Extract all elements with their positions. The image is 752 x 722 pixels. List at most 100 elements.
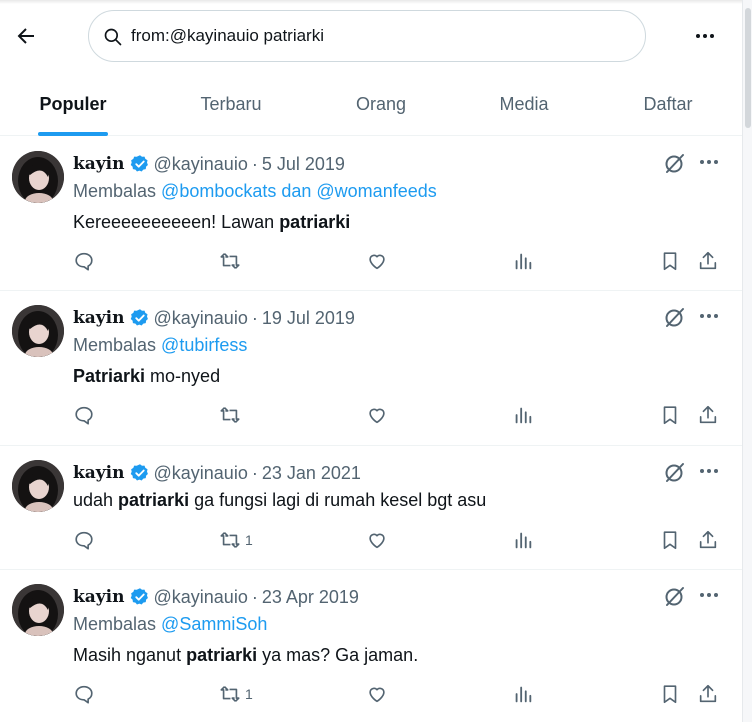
tweet-more-button[interactable] [697,461,721,481]
reply-button[interactable] [73,246,95,276]
tab-populer[interactable]: Populer [38,72,108,136]
bookmark-button[interactable] [659,246,681,276]
share-button[interactable] [697,679,719,709]
tweet-more-button[interactable] [697,152,721,172]
reply-button[interactable] [73,400,95,430]
tweet-more-button[interactable] [697,585,721,605]
views-button[interactable] [512,246,534,276]
share-button[interactable] [697,246,719,276]
tab-terbaru[interactable]: Terbaru [190,72,272,136]
avatar-image [12,151,64,203]
tab-daftar[interactable]: Daftar [632,72,704,136]
like-icon [369,408,385,424]
arrow-left-icon [17,28,34,44]
display-name[interactable]: kayin [73,154,125,174]
reply-icon [75,685,93,704]
avatar[interactable] [12,151,64,203]
bookmark-button[interactable] [659,400,681,430]
back-button[interactable] [10,20,42,52]
search-input[interactable] [131,23,631,49]
tweet[interactable]: kayin @kayinauio · 19 Jul 2019 Membalas … [0,291,742,446]
reply-button[interactable] [73,679,95,709]
tab-media[interactable]: Media [490,72,558,136]
user-handle[interactable]: @kayinauio [154,587,248,608]
tweet-actions [0,400,742,430]
like-button[interactable] [366,679,388,709]
avatar-image [12,305,64,357]
grok-button[interactable] [663,460,687,484]
more-horizontal-icon [696,34,714,38]
tweet-more-button[interactable] [697,306,721,326]
views-icon [515,253,532,270]
bookmark-icon [663,252,677,271]
tweet-header: kayin @kayinauio · 23 Jan 2021 [73,462,361,484]
grok-icon [665,154,684,173]
retweet-button[interactable]: 1 [219,679,253,709]
bookmark-icon [663,406,677,425]
reply-icon [75,406,93,425]
tweet-text: udah patriarki ga fungsi lagi di rumah k… [73,490,486,511]
reply-prefix: Membalas [73,335,157,355]
search-box[interactable] [88,10,646,62]
display-name[interactable]: kayin [73,587,125,607]
avatar[interactable] [12,460,64,512]
grok-icon [665,308,684,327]
tweet[interactable]: kayin @kayinauio · 23 Apr 2019 Membalas … [0,570,742,722]
text-before: Masih nganut [73,645,187,665]
retweet-button[interactable] [219,246,245,276]
share-button[interactable] [697,400,719,430]
user-handle[interactable]: @kayinauio [154,154,248,175]
views-button[interactable] [512,679,534,709]
reply-context: Membalas @bombockats dan @womanfeeds [73,181,437,202]
user-handle[interactable]: @kayinauio [154,463,248,484]
share-icon [699,684,717,703]
top-bar [0,0,752,72]
more-horizontal-icon [700,160,718,164]
search-tabs: Populer Terbaru Orang Media Daftar [0,72,742,136]
reply-context: Membalas @SammiSoh [73,614,267,635]
tweet[interactable]: kayin @kayinauio · 5 Jul 2019 Membalas @… [0,137,742,291]
tweet-date[interactable]: 19 Jul 2019 [262,308,355,329]
tweet-actions [0,543,742,573]
tab-orang[interactable]: Orang [346,72,416,136]
verified-badge-icon[interactable] [130,154,150,174]
retweet-button[interactable] [219,400,245,430]
tab-label: Populer [39,93,107,114]
verified-badge-icon[interactable] [130,308,150,328]
verified-badge-icon[interactable] [130,587,150,607]
avatar[interactable] [12,305,64,357]
reply-icon [75,252,93,271]
more-horizontal-icon [700,469,718,473]
scrollbar-thumb[interactable] [745,8,751,128]
highlighted-term: patriarki [186,645,258,665]
tweet-date[interactable]: 23 Apr 2019 [262,587,359,608]
tweet-date[interactable]: 5 Jul 2019 [262,154,345,175]
grok-button[interactable] [663,151,687,175]
separator-dot: · [251,307,258,328]
reply-mentions[interactable]: @SammiSoh [161,614,267,634]
retweet-icon [220,686,240,702]
display-name[interactable]: kayin [73,463,125,483]
separator-dot: · [251,462,258,483]
retweet-icon [220,407,240,423]
page-scrollbar[interactable] [742,0,752,722]
verified-badge-icon[interactable] [130,463,150,483]
tweet-date[interactable]: 23 Jan 2021 [262,463,361,484]
avatar[interactable] [12,584,64,636]
like-button[interactable] [366,246,388,276]
bookmark-button[interactable] [659,679,681,709]
search-results-feed: kayin @kayinauio · 5 Jul 2019 Membalas @… [0,137,742,722]
reply-mentions[interactable]: @tubirfess [161,335,247,355]
more-options-button[interactable] [690,24,720,48]
user-handle[interactable]: @kayinauio [154,308,248,329]
views-button[interactable] [512,400,534,430]
grok-icon [665,587,684,606]
retweet-count: 1 [245,686,253,702]
like-button[interactable] [366,400,388,430]
grok-button[interactable] [663,305,687,329]
avatar-image [12,584,64,636]
grok-button[interactable] [663,584,687,608]
display-name[interactable]: kayin [73,308,125,328]
highlighted-term: patriarki [279,212,351,232]
reply-mentions[interactable]: @bombockats dan @womanfeeds [161,181,437,201]
